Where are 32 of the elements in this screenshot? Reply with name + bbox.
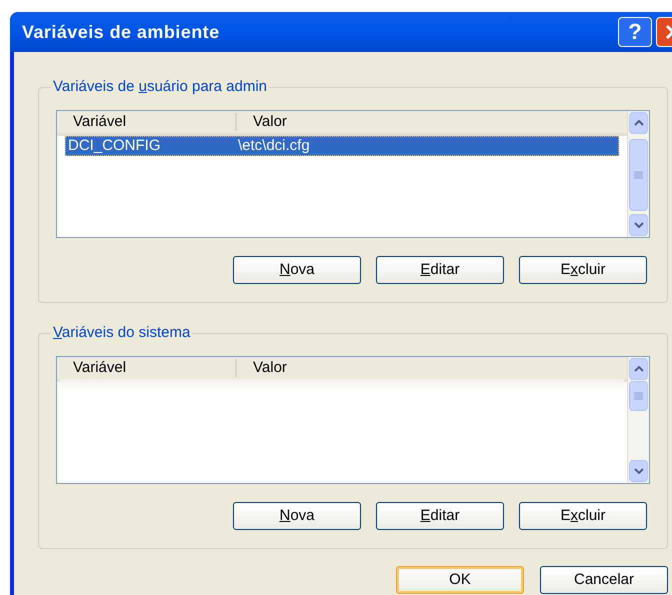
action-button[interactable]: Nova: [233, 256, 361, 284]
cancel-button[interactable]: Cancelar: [540, 566, 668, 594]
grip-icon: [634, 171, 643, 179]
window-title: Variáveis de ambiente: [22, 20, 221, 44]
action-button[interactable]: Editar: [376, 502, 504, 530]
column-header[interactable]: Valor: [253, 110, 287, 134]
list-cell-text: DCI_CONFIG: [67, 137, 162, 155]
chevron-down-icon: [634, 222, 644, 228]
action-button[interactable]: Nova: [233, 502, 361, 530]
scroll-down-button[interactable]: [629, 214, 648, 236]
action-button[interactable]: Excluir: [519, 502, 647, 530]
list-cell: \etc\dci.cfg: [238, 137, 310, 155]
column-header[interactable]: Valor: [253, 356, 287, 380]
scroll-thumb[interactable]: [629, 381, 648, 411]
column-header[interactable]: Variável: [73, 356, 126, 380]
chevron-up-icon: [634, 366, 644, 372]
scroll-up-button[interactable]: [629, 358, 648, 380]
chevron-down-icon: [634, 468, 644, 474]
variable-list[interactable]: Variável Valor DCI_CONFIG \etc\dci.cfg: [56, 110, 650, 238]
scroll-up-button[interactable]: [629, 112, 648, 134]
action-button[interactable]: Excluir: [519, 256, 647, 284]
scroll-down-button[interactable]: [629, 460, 648, 482]
ok-button[interactable]: OK: [396, 566, 524, 594]
list-row[interactable]: DCI_CONFIG \etc\dci.cfg: [65, 136, 619, 156]
variable-list[interactable]: Variável Valor: [56, 356, 650, 484]
column-header[interactable]: Variável: [73, 110, 126, 134]
grip-icon: [634, 392, 643, 400]
group-legend: Variáveis de usuário para admin: [51, 77, 270, 97]
scroll-thumb[interactable]: [629, 139, 648, 211]
action-button[interactable]: Editar: [376, 256, 504, 284]
help-button[interactable]: ?: [618, 17, 652, 47]
chevron-up-icon: [634, 120, 644, 126]
